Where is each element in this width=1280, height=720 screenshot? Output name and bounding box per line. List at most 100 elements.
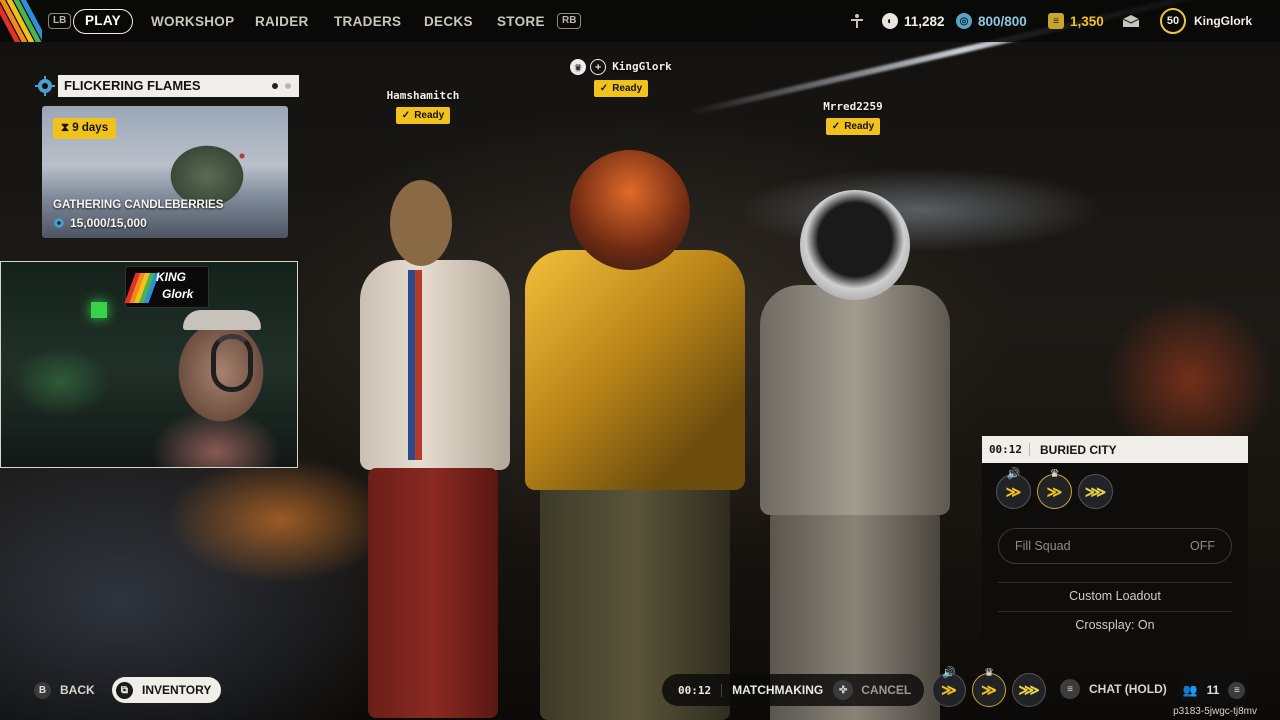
member-badge[interactable]: ⋙ — [1012, 673, 1046, 707]
event-progress-value: 15,000/15,000 — [70, 216, 147, 230]
speaker-icon: 🔊 — [942, 667, 956, 679]
nav-tab-traders[interactable]: TRADERS — [334, 9, 401, 34]
inventory-label: INVENTORY — [142, 683, 212, 697]
event-header: FLICKERING FLAMES — [33, 75, 299, 97]
raider-token-icon: ◎ — [956, 13, 972, 29]
credits-balance: ≡ 1,350 — [1048, 0, 1104, 42]
lb-button-hint: LB — [48, 13, 72, 29]
rank-chevron-icon: ≫ — [1005, 483, 1022, 501]
squad-member-name: KingGlork — [612, 60, 672, 73]
event-time-left: 9 days — [72, 122, 109, 134]
add-friend-icon[interactable]: + — [590, 59, 607, 75]
ready-badge: ✓ Ready — [825, 118, 881, 135]
crown-icon: ♛ — [984, 667, 994, 679]
member-badge[interactable]: 🔊 ≫ — [932, 667, 966, 707]
rb-button-hint: RB — [557, 13, 582, 29]
top-navigation-bar: LB PLAY WORKSHOP RAIDER TRADERS DECKS ST… — [0, 0, 1280, 42]
rank-chevron-icon: ≫ — [941, 682, 957, 699]
squad-panel-header: 00:12 BURIED CITY — [982, 436, 1248, 463]
rank-chevron-icon: ⋙ — [1018, 682, 1040, 699]
inventory-button[interactable]: ⧉ INVENTORY — [112, 677, 222, 703]
fill-squad-label: Fill Squad — [1015, 539, 1071, 553]
matchmaking-timer: 00:12 — [678, 683, 723, 697]
menu-icon: ≡ — [1228, 681, 1246, 699]
session-code: p3183-5jwgc-tj8mv — [1173, 706, 1257, 717]
friends-button[interactable]: 👥 11 ≡ — [1178, 677, 1250, 703]
event-timer-chip: ⧗ 9 days — [53, 118, 117, 139]
event-card[interactable]: ⧗ 9 days GATHERING CANDLEBERRIES 15,000/… — [42, 106, 288, 238]
b-button-icon: B — [34, 681, 51, 699]
squad-member-name: Mrred2259 — [823, 100, 883, 113]
squad-timer: 00:12 — [982, 443, 1030, 456]
squad-panel: 00:12 BURIED CITY 🔊 ≫ ♛ ≫ ⋙ Fill Squad OFF… — [982, 436, 1248, 646]
coin-balance: ◐ 11,282 — [882, 0, 945, 42]
nav-tab-store[interactable]: STORE — [497, 9, 545, 34]
coin-value: 11,282 — [904, 13, 945, 29]
nav-tab-play[interactable]: PLAY — [73, 9, 133, 34]
chat-button[interactable]: ≡ CHAT (HOLD) — [1060, 679, 1167, 699]
streamer-sign: KING Glork — [124, 266, 209, 308]
sign-line-1: KING — [156, 270, 186, 284]
green-light — [91, 302, 107, 318]
view-button-icon: ⧉ — [116, 681, 133, 699]
headphones — [211, 334, 253, 392]
check-icon: ✓ — [599, 83, 609, 94]
event-progress: 15,000/15,000 — [53, 216, 147, 230]
member-badge[interactable]: ♛ ≫ — [972, 667, 1006, 707]
ready-badge: ✓ Ready — [593, 80, 649, 97]
event-name: GATHERING CANDLEBERRIES — [53, 199, 224, 211]
event-title: FLICKERING FLAMES — [58, 75, 299, 97]
raider-token-balance: ◎ 800/800 — [956, 0, 1027, 42]
member-badge[interactable]: ⋙ — [1078, 474, 1113, 509]
friends-icon: 👥 — [1182, 683, 1198, 697]
fill-squad-value: OFF — [1190, 539, 1215, 553]
nav-tab-workshop[interactable]: WORKSHOP — [151, 9, 234, 34]
squad-tag-left: Hamshamitch ✓ Ready — [376, 89, 470, 124]
fill-squad-toggle[interactable]: Fill Squad OFF — [998, 528, 1232, 564]
squad-tag-right: Mrred2259 ✓ Ready — [810, 100, 896, 135]
squad-member-badges: 🔊 ≫ ♛ ≫ ⋙ — [996, 468, 1113, 509]
cancel-matchmaking-button[interactable]: CANCEL — [861, 683, 911, 697]
nav-tab-decks[interactable]: DECKS — [424, 9, 473, 34]
crown-icon: ♛ — [1049, 468, 1060, 480]
player-name: KingGlork — [1194, 14, 1253, 28]
gear-icon — [35, 76, 55, 96]
ready-text: Ready — [612, 83, 643, 94]
squad-member-name: Hamshamitch — [386, 89, 460, 102]
crossplay-option[interactable]: Crossplay: On — [982, 618, 1248, 632]
bottom-member-badges: 🔊 ≫ ♛ ≫ ⋙ — [932, 667, 1046, 707]
crown-icon: ♛ — [570, 59, 587, 75]
divider — [998, 611, 1232, 612]
game-logo-stripes — [0, 0, 42, 42]
sign-stripes — [124, 273, 160, 303]
chat-label: CHAT (HOLD) — [1089, 682, 1167, 696]
custom-loadout-option[interactable]: Custom Loadout — [982, 589, 1248, 603]
event-title-text: FLICKERING FLAMES — [64, 78, 201, 93]
back-button[interactable]: B BACK — [30, 677, 105, 703]
webcam-overlay: KING Glork — [0, 261, 298, 468]
player-level-badge: 50 — [1160, 8, 1186, 34]
event-pager-dots[interactable] — [272, 83, 291, 89]
speaker-icon: 🔊 — [1006, 468, 1021, 480]
hourglass-icon: ⧗ — [61, 122, 73, 134]
ready-text: Ready — [414, 110, 445, 121]
accessibility-icon[interactable] — [848, 0, 866, 42]
coin-icon: ◐ — [882, 13, 898, 29]
credits-value: 1,350 — [1070, 13, 1104, 29]
matchmaking-label: MATCHMAKING — [732, 683, 824, 697]
mail-icon[interactable] — [1122, 0, 1140, 42]
raider-character-left — [360, 180, 520, 720]
member-badge[interactable]: ♛ ≫ — [1037, 468, 1072, 509]
credits-icon: ≡ — [1048, 13, 1064, 29]
rank-chevron-icon: ≫ — [1046, 483, 1063, 501]
player-profile[interactable]: 50 KingGlork — [1160, 0, 1252, 42]
matchmaking-bar: 00:12 MATCHMAKING ✜ CANCEL — [662, 674, 924, 706]
cancel-key-icon: ✜ — [833, 680, 854, 700]
streamer-cap — [183, 310, 261, 330]
member-badge[interactable]: 🔊 ≫ — [996, 468, 1031, 509]
raider-character-center — [525, 150, 750, 720]
ready-badge: ✓ Ready — [395, 107, 451, 124]
nav-tab-raider[interactable]: RAIDER — [255, 9, 309, 34]
squad-tag-center: ♛ + KingGlork ✓ Ready — [560, 59, 682, 97]
ready-text: Ready — [844, 121, 875, 132]
